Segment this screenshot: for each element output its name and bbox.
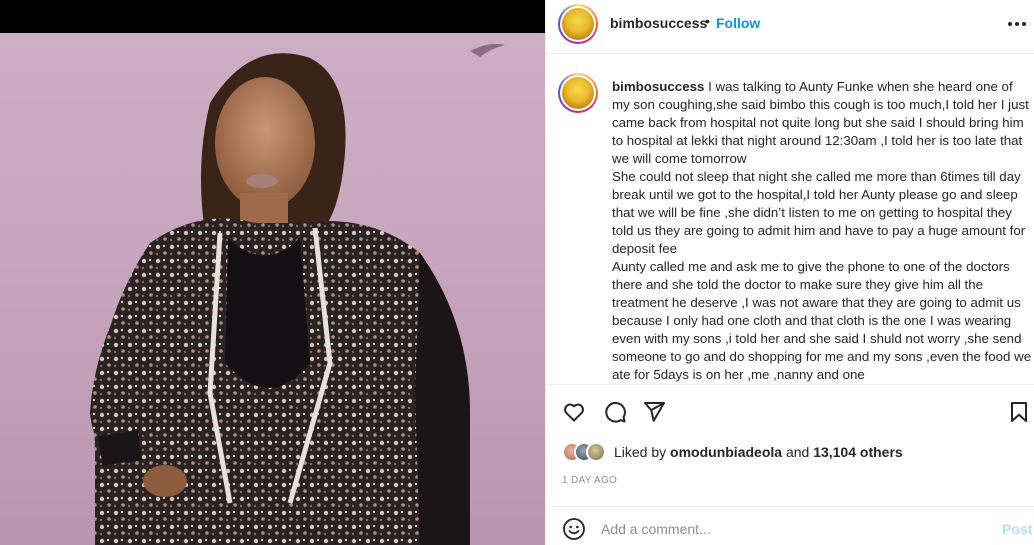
- action-bar: [546, 394, 1034, 434]
- more-options-icon[interactable]: [1005, 12, 1029, 36]
- author-username[interactable]: bimbosuccess: [610, 15, 707, 31]
- comment-box: Add a comment... Post: [546, 506, 1034, 545]
- emoji-icon[interactable]: [562, 517, 586, 541]
- post-sidebar: bimbosuccess • Follow bimbosuccess I was…: [545, 0, 1034, 545]
- post-timestamp[interactable]: 1 DAY AGO: [562, 475, 617, 486]
- caption-paragraph-3: Aunty called me and ask me to give the p…: [612, 259, 1032, 382]
- author-avatar[interactable]: [558, 4, 598, 44]
- comments-section[interactable]: bimbosuccess I was talking to Aunty Funk…: [546, 55, 1034, 385]
- likes-summary[interactable]: Liked by omodunbiadeola and 13,104 other…: [562, 442, 903, 462]
- liked-by-text: Liked by omodunbiadeola and 13,104 other…: [614, 444, 903, 460]
- paper-plane-icon[interactable]: [642, 400, 666, 424]
- liker-username[interactable]: omodunbiadeola: [670, 444, 782, 460]
- heart-icon[interactable]: [562, 400, 586, 424]
- likes-count[interactable]: 13,104 others: [813, 444, 903, 460]
- liked-by-conjunction: and: [785, 444, 810, 460]
- caption-paragraph-2: She could not sleep that night she calle…: [612, 169, 1026, 256]
- liked-by-prefix: Liked by: [614, 444, 667, 460]
- post-media: [0, 0, 545, 545]
- liker-avatar: [586, 442, 606, 462]
- follow-button[interactable]: Follow: [716, 15, 760, 31]
- post-photo[interactable]: [0, 33, 545, 545]
- caption-username[interactable]: bimbosuccess: [612, 79, 704, 94]
- post-caption: bimbosuccess I was talking to Aunty Funk…: [612, 78, 1032, 384]
- comment-icon[interactable]: [603, 400, 627, 424]
- post-header: bimbosuccess • Follow: [546, 0, 1034, 54]
- woman-portrait-illustration: [90, 43, 505, 545]
- separator-dot: •: [705, 13, 710, 29]
- post-comment-button[interactable]: Post: [1002, 521, 1032, 537]
- comment-input[interactable]: Add a comment...: [601, 521, 711, 537]
- bookmark-icon[interactable]: [1007, 400, 1031, 424]
- caption-author-avatar[interactable]: [558, 73, 598, 113]
